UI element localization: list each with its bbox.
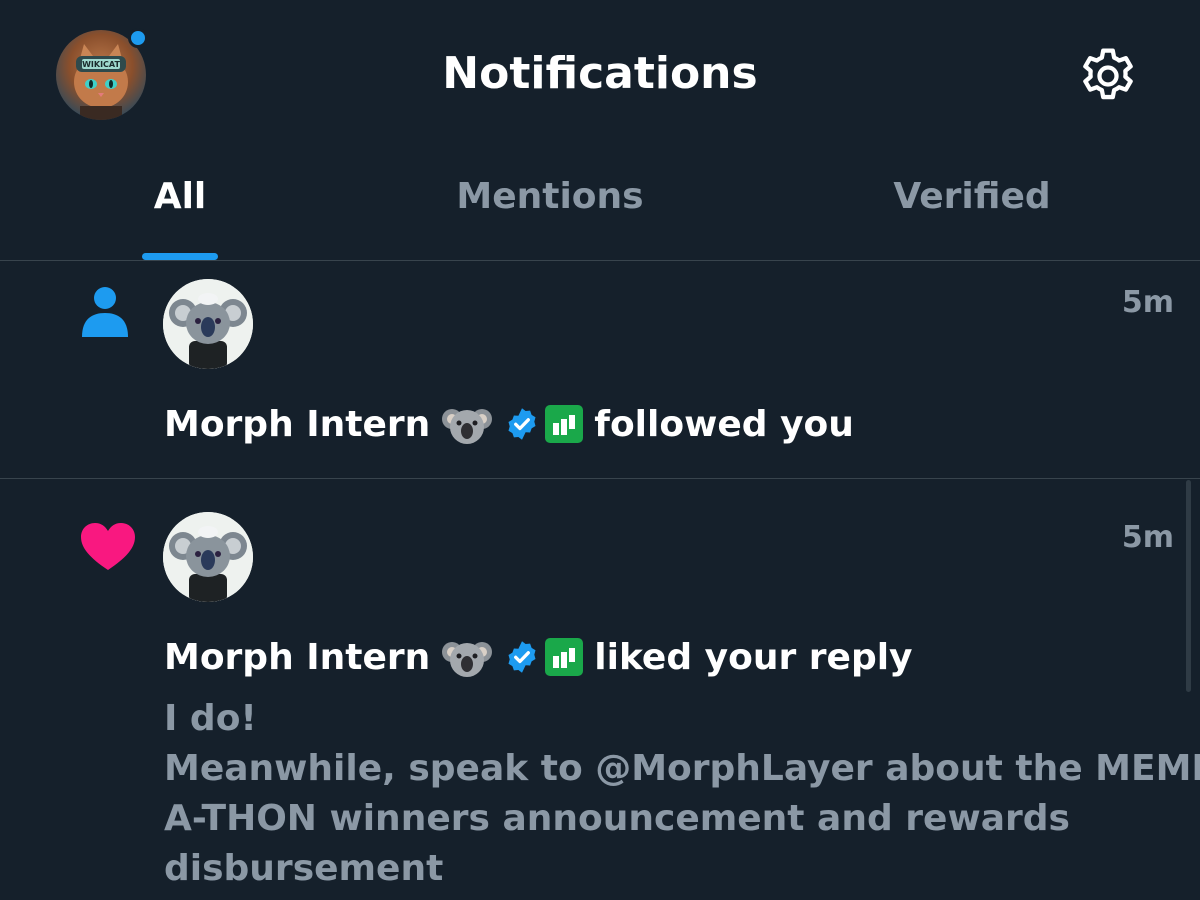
tab-all[interactable]: All — [80, 150, 280, 260]
tab-label: Verified — [893, 176, 1051, 217]
notification-text: Morph Intern — [164, 632, 913, 682]
verified-badge-icon — [504, 639, 540, 675]
notification-dot — [128, 28, 148, 48]
notification-tabs: All Mentions Verified — [0, 150, 1200, 260]
reply-preview[interactable]: I do! Meanwhile, speak to @MorphLayer ab… — [164, 694, 1200, 894]
page-title: Notifications — [442, 48, 758, 99]
active-tab-indicator — [142, 253, 218, 260]
notification-item-follow[interactable]: 5m Morph Intern followed you — [0, 261, 1200, 479]
koala-avatar-image — [163, 279, 253, 369]
notification-text: Morph Intern — [164, 399, 854, 449]
reply-line: Meanwhile, speak to @MorphLayer about th… — [164, 748, 1200, 789]
tab-label: Mentions — [456, 176, 644, 217]
tab-verified[interactable]: Verified — [832, 150, 1112, 260]
reply-line: I do! — [164, 698, 257, 739]
person-icon — [80, 285, 130, 343]
timestamp: 5m — [1121, 285, 1174, 320]
verified-badge-icon — [504, 406, 540, 442]
scrollbar[interactable] — [1186, 480, 1191, 692]
gear-icon — [1083, 48, 1133, 100]
timestamp: 5m — [1121, 520, 1174, 555]
notifications-screen: WIKICAT Notifications All Mentions Verif… — [0, 0, 1200, 900]
notification-item-like[interactable]: 5m Morph Intern liked your reply I do! M… — [0, 480, 1200, 900]
actor-avatar[interactable] — [163, 512, 253, 602]
actor-avatar[interactable] — [163, 279, 253, 369]
koala-avatar-image — [163, 512, 253, 602]
heart-icon — [80, 522, 136, 576]
tab-label: All — [153, 176, 207, 217]
affiliate-badge-icon[interactable] — [544, 404, 584, 444]
reply-line: A-THON winners announcement and rewards — [164, 798, 1070, 839]
affiliate-badge-icon[interactable] — [544, 637, 584, 677]
settings-button[interactable] — [1076, 44, 1140, 108]
tab-mentions[interactable]: Mentions — [410, 150, 690, 260]
actor-name[interactable]: Morph Intern — [164, 404, 430, 445]
action-text: followed you — [594, 403, 854, 445]
action-text: liked your reply — [594, 636, 913, 678]
koala-emoji-icon — [442, 401, 493, 447]
actor-name[interactable]: Morph Intern — [164, 637, 430, 678]
divider — [0, 478, 1200, 479]
reply-line: disbursement — [164, 848, 444, 889]
koala-emoji-icon — [442, 634, 493, 680]
top-bar: WIKICAT Notifications — [0, 0, 1200, 150]
